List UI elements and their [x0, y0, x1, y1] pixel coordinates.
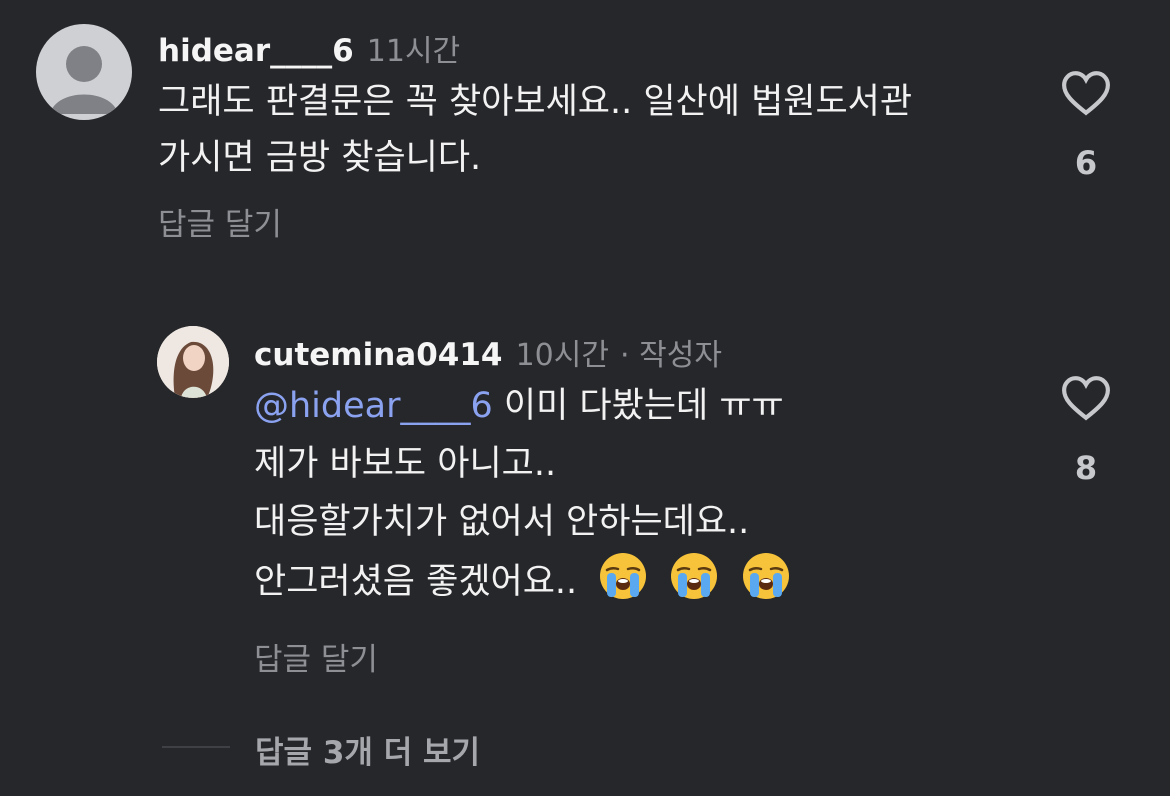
reply-button[interactable]: 답글 달기 — [158, 199, 282, 244]
author-badge: · 작성자 — [620, 338, 722, 373]
loudly-crying-face-icon — [742, 553, 789, 599]
heart-outline-icon[interactable] — [1061, 375, 1111, 421]
profile-avatar[interactable] — [157, 326, 229, 398]
mention-link[interactable]: @hidear____6 — [254, 386, 493, 426]
divider — [162, 746, 230, 748]
timestamp: 11시간 — [366, 34, 461, 69]
comment-header: hidear____6 11시간 — [158, 26, 460, 70]
loudly-crying-face-icon — [671, 553, 718, 599]
view-more-replies-button[interactable]: 답글 3개 더 보기 — [255, 727, 480, 772]
comment-line: 안그러셨음 좋겠어요.. — [254, 551, 791, 611]
timestamp: 10시간 — [515, 338, 609, 373]
username[interactable]: hidear____6 — [158, 33, 354, 69]
comment-line: 제가 바보도 아니고.. — [254, 444, 557, 484]
comment-text: @hidear____6 이미 다봤는데 ㅠㅠ 제가 바보도 아니고.. 대응할… — [254, 377, 791, 611]
like-button[interactable]: 8 — [1058, 375, 1114, 487]
comment-line: 그래도 판결문은 꼭 찾아보세요.. 일산에 법원도서관 — [158, 82, 913, 122]
comment-line-text: 안그러셨음 좋겠어요.. — [254, 562, 578, 602]
default-avatar-icon[interactable] — [36, 24, 132, 120]
comment-header: cutemina0414 10시간 · 작성자 — [254, 330, 722, 374]
comment-text: 그래도 판결문은 꼭 찾아보세요.. 일산에 법원도서관 가시면 금방 찾습니다… — [158, 74, 912, 186]
reply-button[interactable]: 답글 달기 — [254, 634, 378, 679]
like-button[interactable]: 6 — [1058, 70, 1114, 182]
like-count: 6 — [1074, 144, 1098, 182]
heart-outline-icon[interactable] — [1061, 70, 1111, 116]
comment-line: 대응할가치가 없어서 안하는데요.. — [254, 502, 750, 542]
comment-line: 가시면 금방 찾습니다. — [158, 138, 482, 178]
username[interactable]: cutemina0414 — [254, 337, 502, 373]
comment-line: @hidear____6 이미 다봤는데 ㅠㅠ — [254, 377, 791, 435]
loudly-crying-face-icon — [600, 553, 647, 599]
like-count: 8 — [1074, 449, 1098, 487]
comment-line-text: 이미 다봤는데 ㅠㅠ — [503, 386, 784, 426]
